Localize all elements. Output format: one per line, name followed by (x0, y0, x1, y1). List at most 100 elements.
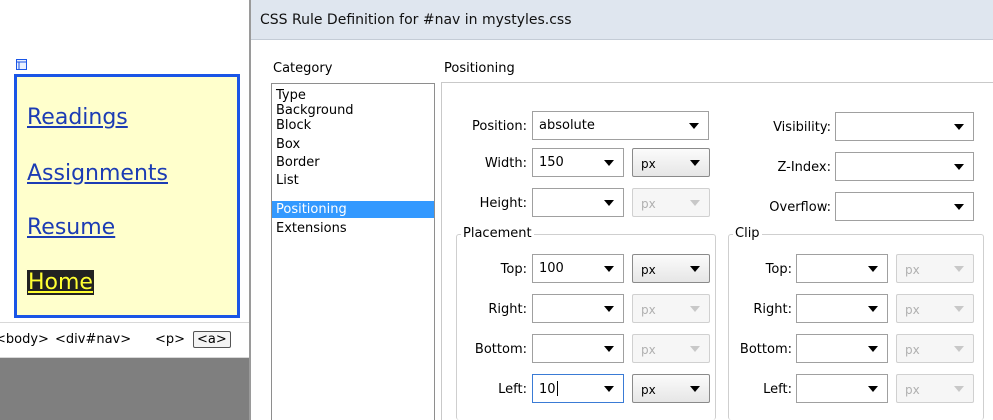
dropdown-arrow-icon (954, 346, 964, 352)
dropdown-arrow-icon (604, 346, 614, 352)
dropdown-arrow-icon (954, 204, 964, 210)
placement-left-unit-select[interactable]: px (632, 374, 710, 403)
clip-bottom-input[interactable] (796, 334, 888, 363)
dropdown-arrow-icon (690, 386, 700, 392)
design-canvas (0, 0, 249, 52)
placement-right-unit-select: px (632, 294, 710, 323)
height-input[interactable] (532, 188, 624, 217)
placement-top-label: Top: (500, 262, 527, 277)
text-caret (556, 381, 558, 396)
height-unit-select: px (632, 188, 710, 217)
visibility-select[interactable] (835, 112, 974, 141)
placement-left-unit-value: px (641, 383, 656, 397)
category-block[interactable]: Block (272, 117, 434, 134)
placement-top-input[interactable]: 100 (532, 254, 624, 283)
category-box[interactable]: Box (272, 136, 434, 153)
dropdown-arrow-icon (954, 266, 964, 272)
clip-right-unit-select: px (896, 294, 974, 323)
placement-bottom-unit-select: px (632, 334, 710, 363)
clip-right-input[interactable] (796, 294, 888, 323)
width-unit-select[interactable]: px (632, 148, 710, 177)
position-label: Position: (472, 119, 527, 134)
clip-top-input[interactable] (796, 254, 888, 283)
clip-bottom-label: Bottom: (739, 342, 792, 357)
category-positioning[interactable]: Positioning (272, 201, 434, 218)
clip-left-input[interactable] (796, 374, 888, 403)
clip-top-unit-value: px (905, 263, 920, 277)
placement-top-unit-value: px (641, 263, 656, 277)
clip-left-unit-select: px (896, 374, 974, 403)
dropdown-arrow-icon (868, 386, 878, 392)
dropdown-arrow-icon (689, 123, 699, 129)
nav-link-resume[interactable]: Resume (27, 215, 115, 240)
placement-top-value: 100 (539, 261, 564, 276)
height-unit-value: px (641, 197, 656, 211)
empty-workspace (0, 358, 249, 420)
dropdown-arrow-icon (954, 164, 964, 170)
tag-selector-bar: <body> <div#nav> <p> <a> (0, 322, 249, 358)
clip-bottom-unit-value: px (905, 343, 920, 357)
tag-div-nav[interactable]: <div#nav> (55, 332, 131, 347)
category-border[interactable]: Border (272, 154, 434, 171)
overflow-select[interactable] (835, 192, 974, 221)
css-rule-definition-dialog: CSS Rule Definition for #nav in mystyles… (251, 0, 993, 420)
dropdown-arrow-icon (604, 200, 614, 206)
placement-left-label: Left: (498, 382, 527, 397)
placement-legend: Placement (461, 226, 534, 241)
placement-left-value: 10 (539, 381, 558, 397)
dropdown-arrow-icon (604, 160, 614, 166)
dropdown-arrow-icon (690, 306, 700, 312)
clip-right-unit-value: px (905, 303, 920, 317)
dropdown-arrow-icon (954, 306, 964, 312)
category-label: Category (273, 61, 333, 76)
clip-right-label: Right: (753, 302, 792, 317)
nav-link-home[interactable]: Home (27, 270, 94, 295)
tag-body[interactable]: <body> (0, 332, 49, 347)
dropdown-arrow-icon (868, 306, 878, 312)
clip-bottom-unit-select: px (896, 334, 974, 363)
placement-left-input[interactable]: 10 (532, 374, 624, 403)
tag-a-selected[interactable]: <a> (193, 331, 231, 348)
dropdown-arrow-icon (868, 266, 878, 272)
section-title: Positioning (444, 61, 515, 76)
placement-top-unit-select[interactable]: px (632, 254, 710, 283)
dropdown-arrow-icon (690, 266, 700, 272)
dropdown-arrow-icon (604, 266, 614, 272)
clip-legend: Clip (733, 226, 762, 241)
category-list-item[interactable]: List (272, 172, 434, 189)
width-input[interactable]: 150 (532, 148, 624, 177)
width-value: 150 (539, 155, 564, 170)
nav-div[interactable]: Readings Assignments Resume Home (14, 74, 240, 318)
dropdown-arrow-icon (690, 200, 700, 206)
dropdown-arrow-icon (954, 124, 964, 130)
placement-right-label: Right: (488, 302, 527, 317)
clip-left-label: Left: (763, 382, 792, 397)
dropdown-arrow-icon (690, 160, 700, 166)
design-view: Readings Assignments Resume Home <body> … (0, 0, 249, 420)
position-value: absolute (539, 118, 595, 133)
placement-bottom-input[interactable] (532, 334, 624, 363)
width-label: Width: (484, 156, 527, 171)
dialog-title: CSS Rule Definition for #nav in mystyles… (260, 12, 572, 28)
anchor-marker-icon[interactable] (15, 58, 28, 71)
height-label: Height: (479, 196, 527, 211)
tag-p[interactable]: <p> (155, 332, 185, 347)
clip-top-label: Top: (765, 262, 792, 277)
dropdown-arrow-icon (690, 346, 700, 352)
category-list[interactable]: Type Background Block Box Border List Po… (271, 83, 435, 420)
placement-bottom-label: Bottom: (474, 342, 527, 357)
position-select[interactable]: absolute (532, 111, 709, 140)
category-extensions[interactable]: Extensions (272, 220, 434, 237)
dropdown-arrow-icon (954, 386, 964, 392)
panel-separator (441, 82, 442, 420)
nav-link-readings[interactable]: Readings (27, 105, 128, 130)
placement-bottom-unit-value: px (641, 343, 656, 357)
placement-right-unit-value: px (641, 303, 656, 317)
placement-left-text: 10 (539, 382, 556, 397)
placement-right-input[interactable] (532, 294, 624, 323)
section-separator (441, 82, 993, 83)
nav-link-assignments[interactable]: Assignments (27, 161, 168, 186)
z-index-select[interactable] (835, 152, 974, 181)
overflow-label: Overflow: (769, 200, 831, 215)
dialog-titlebar[interactable]: CSS Rule Definition for #nav in mystyles… (251, 0, 993, 40)
